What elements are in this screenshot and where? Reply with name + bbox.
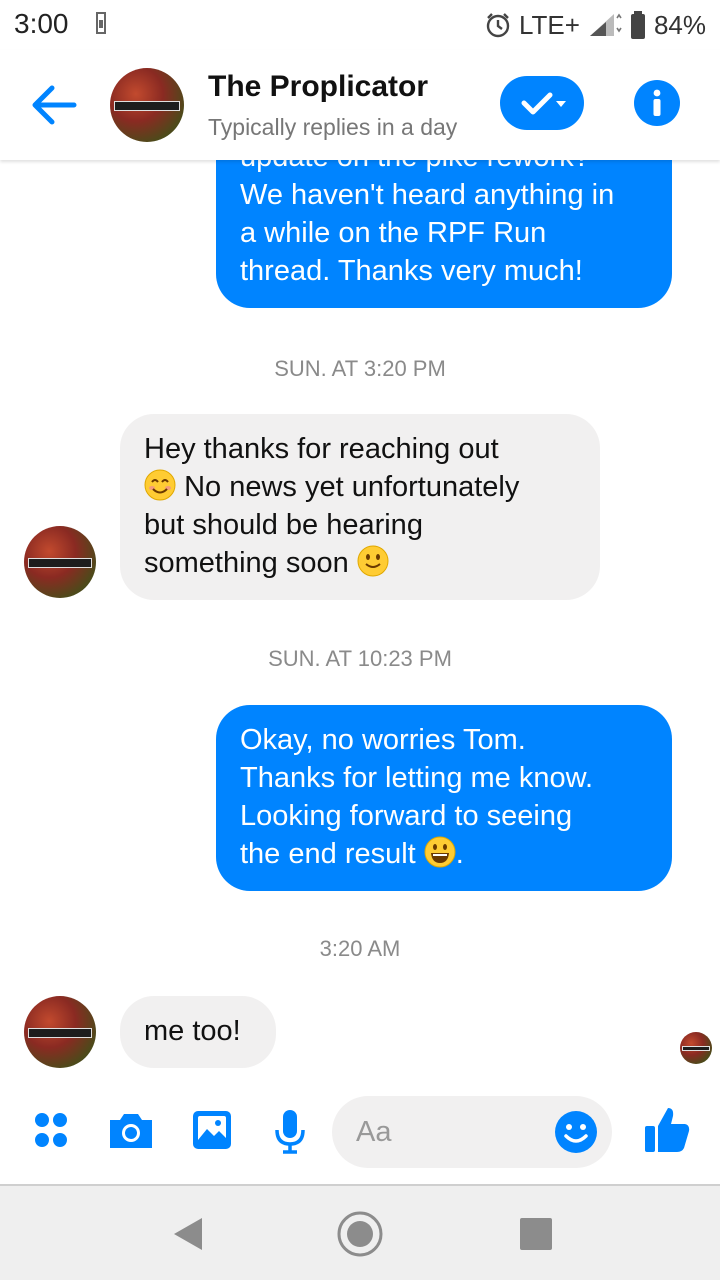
recents-nav-button[interactable] bbox=[512, 1210, 560, 1258]
message-line: me too! bbox=[144, 1015, 241, 1047]
back-button[interactable] bbox=[26, 80, 82, 130]
signal-icon bbox=[588, 12, 622, 38]
avatar-logo bbox=[28, 1027, 92, 1038]
home-circle-icon bbox=[337, 1211, 383, 1257]
battery-icon bbox=[630, 11, 646, 39]
message-input-container[interactable] bbox=[332, 1096, 612, 1168]
message-line: but should be hearing bbox=[144, 509, 423, 541]
camera-button[interactable] bbox=[106, 1108, 156, 1157]
thumbs-up-icon bbox=[645, 1108, 690, 1152]
message-line: update on the pike rework? bbox=[240, 160, 648, 176]
back-nav-button[interactable] bbox=[162, 1210, 210, 1258]
outgoing-message[interactable]: update on the pike rework? We haven't he… bbox=[216, 160, 672, 308]
message-line: No news yet unfortunately bbox=[184, 471, 520, 503]
avatar-logo bbox=[681, 1046, 711, 1051]
timestamp: SUN. AT 3:20 PM bbox=[274, 356, 446, 381]
system-nav-bar bbox=[0, 1184, 720, 1280]
response-time-subtitle: Typically replies in a day bbox=[208, 114, 458, 140]
message-line: Thanks for letting me know. bbox=[240, 762, 593, 794]
sim-icon bbox=[96, 12, 106, 34]
info-icon bbox=[653, 89, 661, 116]
arrow-left-icon bbox=[32, 85, 77, 125]
message-line: Okay, no worries Tom. bbox=[240, 724, 526, 756]
thumbs-up-button[interactable] bbox=[642, 1104, 692, 1161]
microphone-icon bbox=[275, 1110, 305, 1154]
check-dropdown-icon bbox=[521, 92, 566, 115]
avatar-logo bbox=[114, 100, 180, 111]
recents-square-icon bbox=[520, 1218, 552, 1250]
home-nav-button[interactable] bbox=[336, 1210, 384, 1258]
conversation-header: The Proplicator Typically replies in a d… bbox=[0, 50, 720, 160]
contact-avatar[interactable] bbox=[110, 68, 184, 142]
slightly-smiling-face-icon bbox=[357, 545, 389, 577]
timestamp: 3:20 AM bbox=[319, 936, 401, 961]
alarm-icon bbox=[485, 12, 511, 38]
message-composer bbox=[0, 1080, 720, 1184]
battery-label: 84% bbox=[653, 9, 706, 40]
grinning-face-icon bbox=[424, 836, 456, 868]
message-line: Hey thanks for reaching out bbox=[144, 433, 499, 465]
camera-icon bbox=[110, 1114, 152, 1148]
microphone-button[interactable] bbox=[270, 1108, 310, 1161]
message-line: Looking forward to seeing bbox=[240, 800, 573, 832]
message-line: thread. Thanks very much! bbox=[240, 255, 583, 287]
status-bar: 3:00 LTE+ 84% bbox=[0, 0, 720, 50]
seen-indicator-avatar bbox=[680, 1032, 712, 1064]
timestamp: SUN. AT 10:23 PM bbox=[268, 646, 452, 671]
emoji-button[interactable] bbox=[554, 1110, 598, 1154]
smiling-face-icon bbox=[144, 469, 176, 501]
outgoing-message[interactable]: Okay, no worries Tom. Thanks for letting… bbox=[216, 705, 672, 891]
emoji-icon bbox=[555, 1111, 597, 1153]
check-dropdown-button[interactable] bbox=[500, 76, 584, 130]
gallery-button[interactable] bbox=[190, 1108, 234, 1157]
status-time: 3:00 bbox=[14, 8, 69, 39]
info-button[interactable] bbox=[634, 80, 680, 126]
gallery-icon bbox=[193, 1111, 231, 1149]
more-apps-icon bbox=[35, 1113, 67, 1147]
avatar-logo bbox=[28, 557, 92, 568]
message-line: the end result bbox=[240, 838, 416, 870]
message-line: We haven't heard anything in bbox=[240, 179, 615, 211]
message-input[interactable] bbox=[356, 1110, 546, 1154]
message-list[interactable]: update on the pike rework? We haven't he… bbox=[0, 160, 720, 1080]
incoming-message[interactable]: Hey thanks for reaching out No news yet … bbox=[120, 414, 600, 600]
back-triangle-icon bbox=[174, 1218, 202, 1250]
sender-avatar[interactable] bbox=[24, 526, 96, 598]
message-line: a while on the RPF Run bbox=[240, 217, 547, 249]
message-line: something soon bbox=[144, 547, 349, 579]
status-icons: LTE+ 84% bbox=[485, 8, 706, 42]
network-label: LTE+ bbox=[519, 9, 580, 40]
sender-avatar[interactable] bbox=[24, 996, 96, 1068]
message-line: . bbox=[455, 838, 464, 870]
incoming-message[interactable]: me too! bbox=[120, 996, 276, 1068]
conversation-title[interactable]: The Proplicator bbox=[208, 70, 428, 104]
more-apps-button[interactable] bbox=[32, 1108, 72, 1157]
